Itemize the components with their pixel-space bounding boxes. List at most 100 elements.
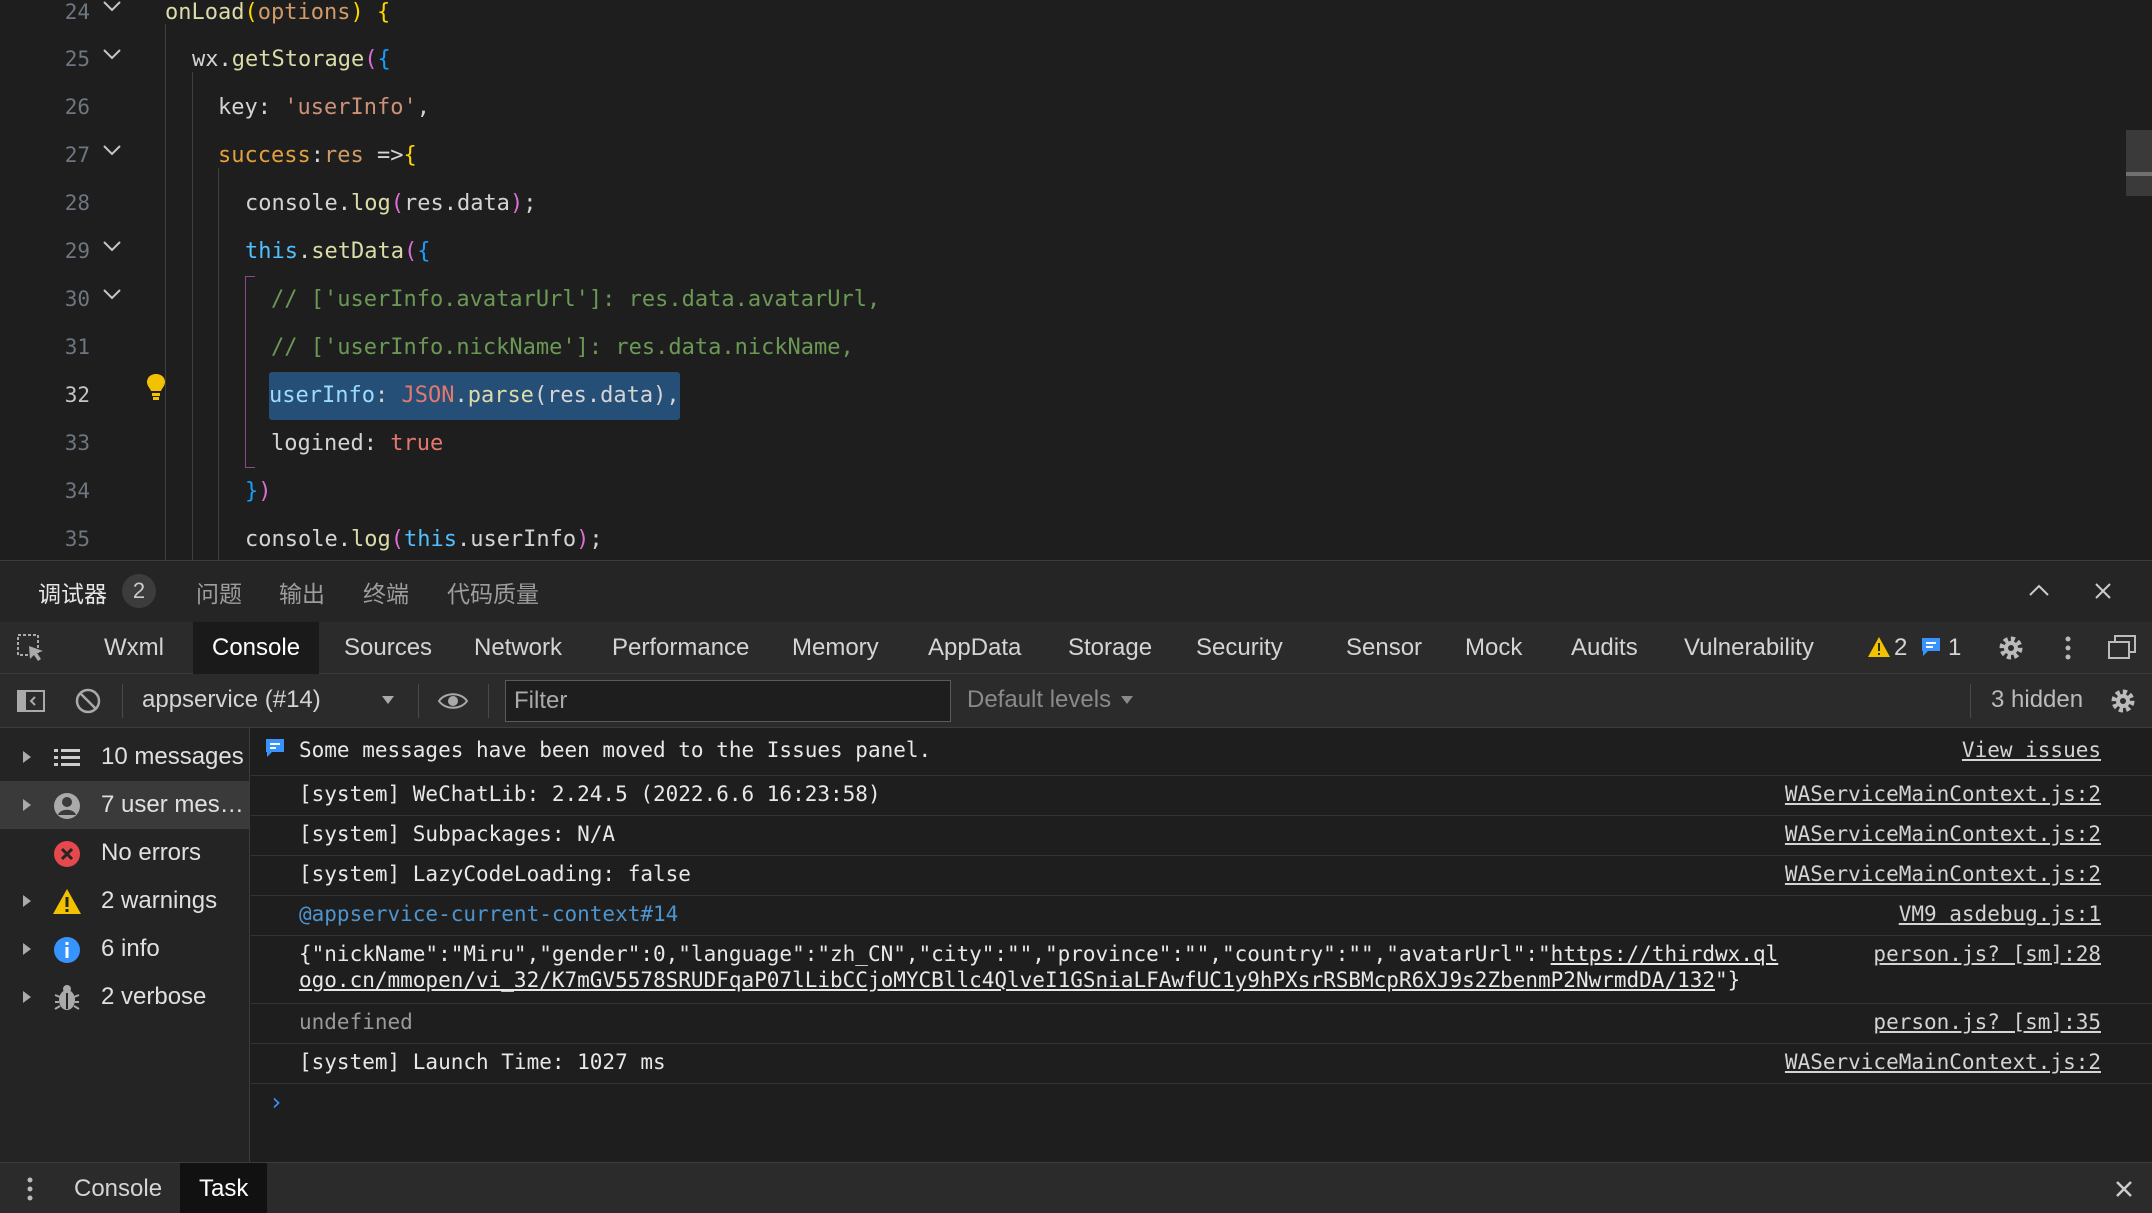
context-selector[interactable]: appservice (#14) [142,686,321,714]
code-editor[interactable]: 24 25 26 27 28 29 30 31 32 33 34 35 onLo… [0,0,2152,560]
log-levels-dropdown[interactable]: Default levels [967,686,1111,714]
tab-mock[interactable]: Mock [1465,622,1522,674]
expand-arrow-icon[interactable] [20,941,34,957]
tab-security[interactable]: Security [1196,622,1283,674]
fold-chevron-icon[interactable] [100,234,124,258]
line-number-active: 32 [64,383,90,407]
scrollbar-cursor-marker [2126,172,2152,176]
sidebar-item-info[interactable]: 6 info [0,925,249,973]
tab-code-quality[interactable]: 代码质量 [447,575,539,609]
expand-arrow-icon[interactable] [20,797,34,813]
indent-guide [192,72,193,560]
list-icon [52,743,82,773]
tab-wxml[interactable]: Wxml [104,622,164,674]
debugger-count-badge: 2 [122,574,156,608]
fold-chevron-icon[interactable] [100,282,124,306]
drawer-tab-task[interactable]: Task [180,1163,268,1213]
view-issues-link[interactable]: View issues [1962,738,2101,762]
avatar-url-link-continued[interactable]: ogo.cn/mmopen/vi_32/K7mGV5578SRUDFqaP07l… [299,968,1715,992]
console-message-text: Some messages have been moved to the Iss… [299,738,932,762]
issues-icon[interactable] [1920,636,1942,658]
source-link[interactable]: WAServiceMainContext.js:2 [1785,1050,2101,1074]
tab-storage[interactable]: Storage [1068,622,1152,674]
error-icon [52,839,82,869]
settings-gear-icon[interactable] [1995,632,2027,664]
tab-vulnerability[interactable]: Vulnerability [1684,622,1814,674]
more-options-icon[interactable] [2052,632,2084,664]
source-link[interactable]: person.js? [sm]:35 [1873,1010,2101,1034]
sidebar-item-errors[interactable]: No errors [0,829,249,877]
toolbar-divider [1970,684,1971,718]
warning-icon[interactable] [1867,635,1891,659]
console-prompt[interactable]: › [269,1088,283,1116]
tab-appdata[interactable]: AppData [928,622,1021,674]
tab-terminal[interactable]: 终端 [363,575,409,609]
fold-chevron-icon[interactable] [100,0,124,18]
source-link[interactable]: WAServiceMainContext.js:2 [1785,862,2101,886]
filter-input[interactable] [505,680,951,722]
tab-debugger[interactable]: 调试器 [38,575,107,609]
sidebar-item-user-messages[interactable]: 7 user mess… [0,781,249,829]
tab-sources[interactable]: Sources [344,622,432,674]
code-line: onLoad(options) { [165,0,391,25]
sidebar-item-messages[interactable]: 10 messages [0,733,249,781]
console-toolbar: appservice (#14) Default levels 3 hidden [0,674,2152,728]
fold-chevron-icon[interactable] [100,138,124,162]
bug-icon [52,983,82,1013]
bracket-scope [245,276,255,468]
close-panel-icon[interactable] [2088,576,2118,606]
tab-console[interactable]: Console [193,622,320,674]
console-output[interactable]: Some messages have been moved to the Iss… [251,728,2152,1162]
sidebar-item-warnings[interactable]: 2 warnings [0,877,249,925]
live-expression-eye-icon[interactable] [437,685,469,717]
sidebar-item-verbose[interactable]: 2 verbose [0,973,249,1021]
expand-arrow-icon[interactable] [20,989,34,1005]
console-message: undefined person.js? [sm]:35 [251,1004,2152,1044]
issue-count[interactable]: 1 [1948,622,1961,674]
console-settings-gear-icon[interactable] [2107,685,2139,717]
tab-problems[interactable]: 问题 [196,575,242,609]
sidebar-item-label: 6 info [101,935,160,962]
tab-performance[interactable]: Performance [612,622,749,674]
expand-arrow-icon[interactable] [20,749,34,765]
line-number: 28 [64,191,90,215]
info-icon [52,935,82,965]
fold-chevron-icon[interactable] [100,42,124,66]
line-number: 30 [64,287,90,311]
toolbar-divider [488,684,489,718]
line-number: 27 [64,143,90,167]
tab-sensor[interactable]: Sensor [1346,622,1422,674]
clear-console-icon[interactable] [72,685,104,717]
drawer-tab-console[interactable]: Console [74,1163,162,1213]
indent-guide [165,24,166,560]
undock-icon[interactable] [2106,632,2138,664]
drawer-tab-bar: Console Task [0,1162,2152,1213]
console-message: [system] LazyCodeLoading: false WAServic… [251,856,2152,896]
console-message: [system] Subpackages: N/A WAServiceMainC… [251,816,2152,856]
dropdown-arrow-icon[interactable] [378,690,398,710]
console-message-info: Some messages have been moved to the Iss… [251,728,2152,776]
code-line: }) [245,479,272,504]
tab-memory[interactable]: Memory [792,622,879,674]
source-link[interactable]: person.js? [sm]:28 [1873,942,2101,966]
tab-network[interactable]: Network [474,622,562,674]
close-drawer-icon[interactable] [2108,1173,2140,1205]
sidebar-toggle-icon[interactable] [15,685,47,717]
warning-count[interactable]: 2 [1894,622,1907,674]
code-line: console.log(this.userInfo); [245,527,603,552]
expand-arrow-icon[interactable] [20,893,34,909]
avatar-url-link[interactable]: https://thirdwx.ql [1551,942,1779,966]
lightbulb-icon[interactable] [144,372,168,402]
drawer-menu-icon[interactable] [14,1173,46,1205]
tab-output[interactable]: 输出 [279,575,325,609]
panel-tab-strip: 调试器 2 问题 输出 终端 代码质量 [0,560,2152,622]
source-link[interactable]: VM9 asdebug.js:1 [1899,902,2101,926]
editor-scrollbar[interactable] [2126,130,2152,196]
source-link[interactable]: WAServiceMainContext.js:2 [1785,822,2101,846]
maximize-panel-icon[interactable] [2024,576,2054,606]
source-link[interactable]: WAServiceMainContext.js:2 [1785,782,2101,806]
line-number: 33 [64,431,90,455]
inspect-element-icon[interactable] [15,632,47,664]
tab-audits[interactable]: Audits [1571,622,1638,674]
levels-dropdown-arrow-icon[interactable] [1117,690,1137,710]
